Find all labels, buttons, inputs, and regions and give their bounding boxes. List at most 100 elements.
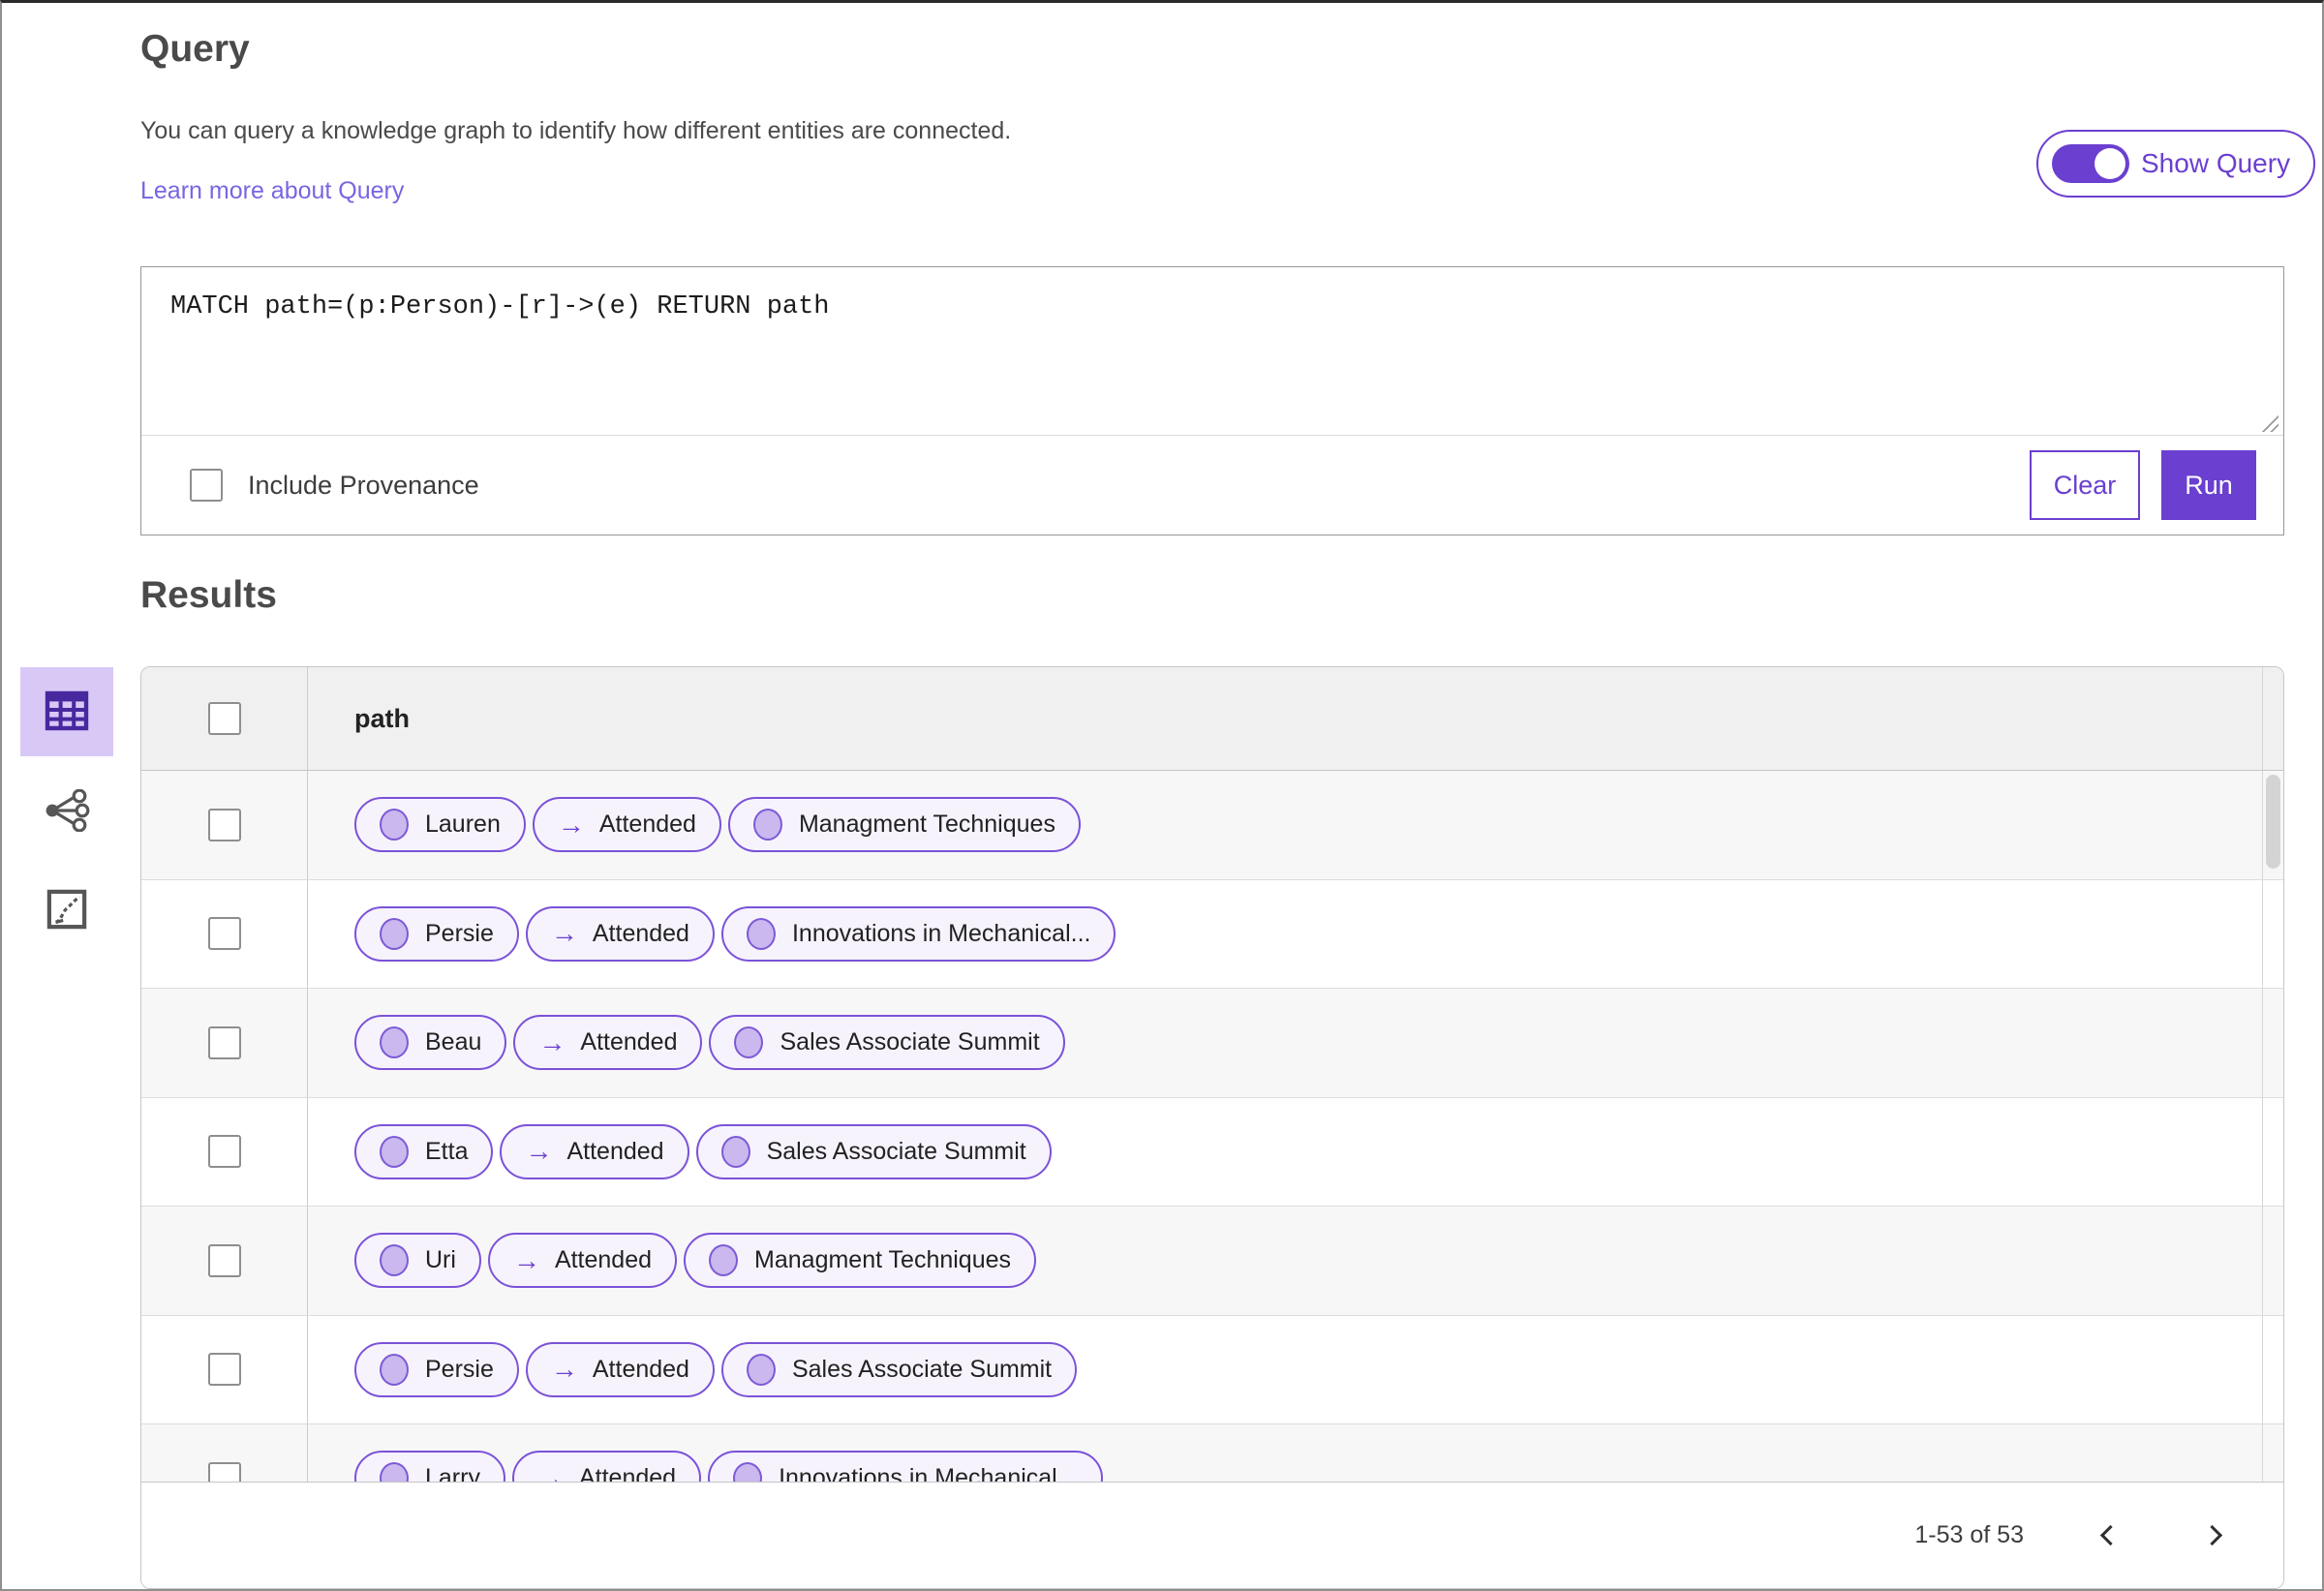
- header-checkbox-cell: [141, 667, 308, 770]
- edge-pill[interactable]: → Attended: [500, 1123, 689, 1179]
- row-checkbox[interactable]: [207, 1353, 241, 1387]
- table-row: Beau → Attended Sales Associate Summit: [141, 989, 2283, 1098]
- source-node-label: Persie: [425, 1355, 494, 1383]
- source-node-pill[interactable]: Persie: [354, 905, 519, 962]
- learn-more-link[interactable]: Learn more about Query: [140, 177, 404, 205]
- pagination-bar: 1-53 of 53: [141, 1482, 2283, 1588]
- row-path-cell: Beau → Attended Sales Associate Summit: [308, 989, 2262, 1097]
- target-node-label: Innovations in Mechanical...: [791, 919, 1091, 947]
- edge-pill[interactable]: → Attended: [525, 905, 715, 962]
- graph-view-icon: [44, 788, 90, 835]
- results-table-body: Lauren → Attended Managment Techniques P…: [141, 771, 2283, 1484]
- table-header-row: path: [141, 667, 2283, 771]
- chart-view-icon: [46, 889, 87, 933]
- table-view-icon: [45, 690, 89, 734]
- row-path-cell: Etta → Attended Sales Associate Summit: [308, 1098, 2262, 1207]
- chart-view-button[interactable]: [46, 889, 87, 933]
- toggle-knob: [2095, 148, 2125, 179]
- row-checkbox[interactable]: [207, 1243, 241, 1277]
- target-node-label: Sales Associate Summit: [791, 1355, 1053, 1383]
- source-node-label: Etta: [425, 1137, 469, 1165]
- node-circle-icon: [380, 1462, 409, 1484]
- target-node-pill[interactable]: Sales Associate Summit: [709, 1015, 1065, 1071]
- results-table: path Lauren → Attended Managment Techniq…: [140, 666, 2284, 1589]
- target-node-label: Sales Associate Summit: [766, 1137, 1026, 1165]
- run-button[interactable]: Run: [2161, 450, 2256, 520]
- node-circle-icon: [380, 1026, 409, 1059]
- include-provenance-checkbox[interactable]: [190, 469, 223, 502]
- edge-pill[interactable]: → Attended: [532, 797, 721, 853]
- edge-pill[interactable]: → Attended: [511, 1451, 702, 1484]
- chevron-right-icon: [2201, 1524, 2223, 1546]
- edge-pill[interactable]: → Attended: [513, 1015, 703, 1071]
- show-query-toggle[interactable]: Show Query: [2036, 130, 2316, 198]
- select-all-checkbox[interactable]: [207, 702, 241, 735]
- target-node-label: Managment Techniques: [798, 811, 1055, 839]
- arrow-right-icon: →: [512, 1244, 540, 1275]
- row-checkbox[interactable]: [207, 1025, 241, 1059]
- target-node-label: Sales Associate Summit: [780, 1028, 1040, 1056]
- table-view-button[interactable]: [20, 667, 113, 756]
- graph-view-button[interactable]: [44, 788, 90, 835]
- edge-label: Attended: [554, 1246, 653, 1274]
- edge-label: Attended: [566, 1137, 664, 1165]
- edge-label: Attended: [598, 811, 696, 839]
- row-path-cell: Persie → Attended Sales Associate Summit: [308, 1316, 2262, 1424]
- edge-pill[interactable]: → Attended: [525, 1341, 715, 1397]
- target-node-label: Managment Techniques: [754, 1246, 1012, 1274]
- header-gutter: [2262, 667, 2283, 770]
- row-gutter: [2262, 1315, 2283, 1423]
- source-node-label: Lauren: [425, 811, 501, 839]
- target-node-pill[interactable]: Innovations in Mechanical...: [708, 1451, 1103, 1484]
- scrollbar-thumb[interactable]: [2266, 775, 2280, 869]
- row-gutter: [2262, 989, 2283, 1097]
- row-gutter: [2262, 1207, 2283, 1315]
- node-circle-icon: [752, 809, 782, 841]
- target-node-pill[interactable]: Sales Associate Summit: [695, 1123, 1052, 1179]
- row-checkbox[interactable]: [207, 1461, 241, 1484]
- node-circle-icon: [746, 917, 776, 950]
- row-checkbox[interactable]: [207, 1135, 241, 1169]
- clear-button[interactable]: Clear: [2030, 450, 2140, 520]
- node-circle-icon: [380, 1244, 409, 1277]
- node-circle-icon: [709, 1244, 739, 1277]
- pagination-prev-button[interactable]: [2095, 1520, 2125, 1550]
- node-circle-icon: [720, 1135, 750, 1168]
- source-node-pill[interactable]: Uri: [354, 1233, 481, 1289]
- query-input[interactable]: MATCH path=(p:Person)-[r]->(e) RETURN pa…: [141, 267, 2283, 436]
- row-checkbox[interactable]: [207, 917, 241, 951]
- show-query-label: Show Query: [2141, 148, 2291, 178]
- row-path-cell: Larry → Attended Innovations in Mechanic…: [308, 1424, 2262, 1484]
- node-circle-icon: [734, 1026, 764, 1059]
- include-provenance-label: Include Provenance: [248, 470, 479, 500]
- header-path-cell: path: [308, 667, 2262, 770]
- arrow-right-icon: →: [557, 809, 585, 840]
- source-node-pill[interactable]: Larry: [354, 1451, 505, 1484]
- source-node-pill[interactable]: Persie: [354, 1341, 519, 1397]
- arrow-right-icon: →: [538, 1026, 566, 1057]
- pagination-next-button[interactable]: [2197, 1520, 2227, 1550]
- row-path-cell: Lauren → Attended Managment Techniques: [308, 771, 2262, 879]
- source-node-pill[interactable]: Beau: [354, 1015, 507, 1071]
- edge-pill[interactable]: → Attended: [487, 1233, 678, 1289]
- target-node-pill[interactable]: Innovations in Mechanical...: [720, 905, 1116, 962]
- toggle-on-icon[interactable]: [2052, 144, 2129, 183]
- source-node-label: Persie: [425, 919, 494, 947]
- target-node-pill[interactable]: Managment Techniques: [727, 797, 1081, 853]
- source-node-pill[interactable]: Lauren: [354, 797, 526, 853]
- edge-label: Attended: [592, 919, 689, 947]
- arrow-right-icon: →: [550, 918, 578, 949]
- source-node-pill[interactable]: Etta: [354, 1123, 494, 1179]
- row-checkbox-cell: [141, 879, 308, 988]
- node-circle-icon: [733, 1462, 763, 1484]
- page-title: Query: [140, 28, 250, 70]
- target-node-pill[interactable]: Sales Associate Summit: [720, 1341, 1078, 1397]
- query-panel: MATCH path=(p:Person)-[r]->(e) RETURN pa…: [140, 266, 2284, 535]
- row-checkbox[interactable]: [207, 808, 241, 841]
- row-gutter: [2262, 879, 2283, 988]
- row-checkbox-cell: [141, 1207, 308, 1315]
- target-node-pill[interactable]: Managment Techniques: [684, 1233, 1037, 1289]
- row-checkbox-cell: [141, 1424, 308, 1484]
- node-circle-icon: [380, 809, 409, 841]
- table-row: Larry → Attended Innovations in Mechanic…: [141, 1424, 2283, 1484]
